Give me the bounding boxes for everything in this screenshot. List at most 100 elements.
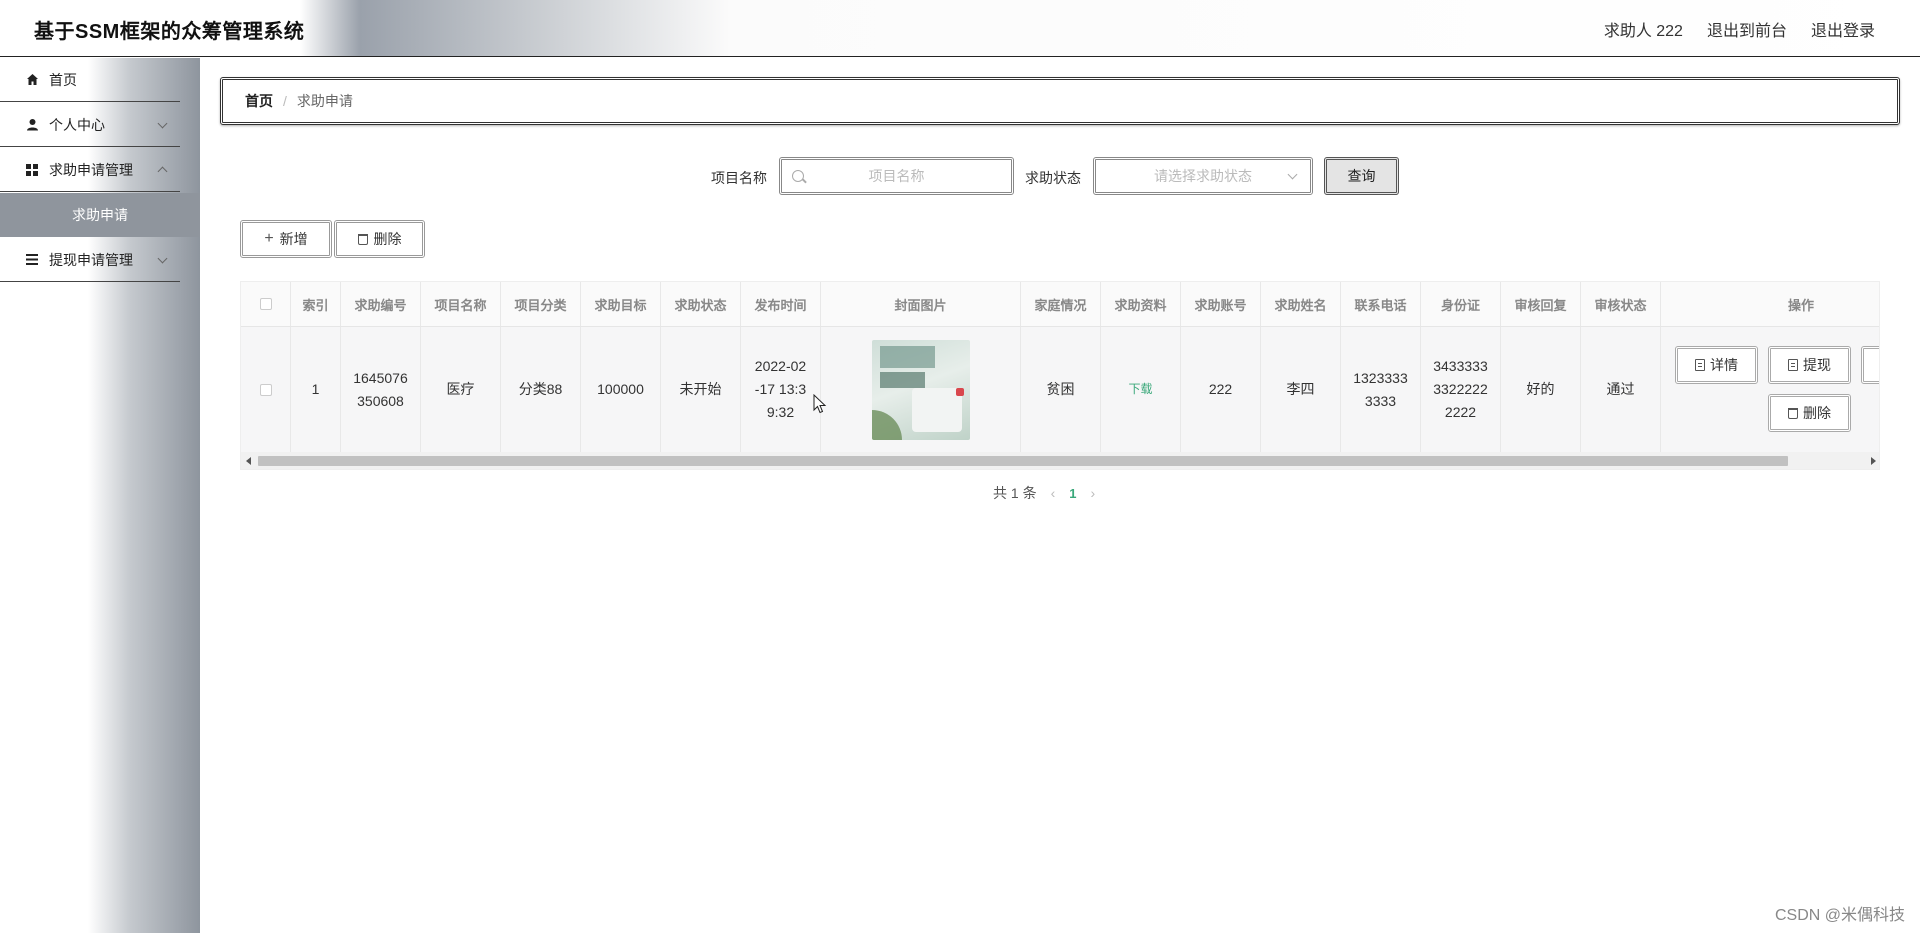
cell-id-card: 3433333 3322222 2222 bbox=[1421, 327, 1501, 452]
back-to-front-link[interactable]: 退出到前台 bbox=[1707, 17, 1787, 41]
row-delete-button[interactable]: 删除 bbox=[1768, 394, 1851, 432]
row-delete-button-label: 删除 bbox=[1803, 404, 1831, 421]
cell-name: 李四 bbox=[1261, 327, 1341, 452]
add-button-label: 新增 bbox=[279, 231, 308, 247]
help-status-placeholder: 请选择求助状态 bbox=[1154, 168, 1252, 184]
cover-image[interactable] bbox=[871, 339, 970, 440]
cell-help-status: 未开始 bbox=[661, 327, 741, 452]
sidebar-item-label: 个人中心 bbox=[49, 116, 105, 133]
page-number-current[interactable]: 1 bbox=[1069, 486, 1076, 501]
column-header: 项目名称 bbox=[421, 282, 501, 326]
top-header: 基于SSM框架的众筹管理系统 求助人 222 退出到前台 退出登录 bbox=[0, 0, 1920, 57]
prev-page-icon[interactable]: ‹ bbox=[1051, 485, 1056, 501]
cell-target: 100000 bbox=[581, 327, 661, 452]
document-icon bbox=[1788, 359, 1798, 371]
sidebar-item-withdraw-management[interactable]: 提现申请管理 bbox=[0, 238, 180, 282]
project-name-placeholder: 项目名称 bbox=[868, 168, 925, 184]
cell-help-number: 1645076 350608 bbox=[341, 327, 421, 452]
scroll-right-icon[interactable] bbox=[1871, 457, 1876, 465]
column-header: 审核回复 bbox=[1501, 282, 1581, 326]
checkbox[interactable] bbox=[259, 383, 272, 396]
delete-button-label: 删除 bbox=[373, 231, 402, 247]
scroll-left-icon[interactable] bbox=[246, 457, 251, 465]
sidebar-subitem-help-request[interactable]: 求助申请 bbox=[0, 193, 200, 237]
trash-icon bbox=[357, 233, 368, 245]
sidebar: 首页 个人中心 求助申请管理 求助申请 提现申请管理 bbox=[0, 58, 200, 933]
column-header: 发布时间 bbox=[741, 282, 821, 326]
cell-review-status: 通过 bbox=[1581, 327, 1661, 452]
batch-delete-button[interactable]: 删除 bbox=[334, 220, 425, 258]
trash-icon bbox=[1788, 407, 1798, 419]
column-header: 求助状态 bbox=[661, 282, 741, 326]
column-header: 家庭情况 bbox=[1021, 282, 1101, 326]
detail-button-label: 详情 bbox=[1710, 356, 1738, 373]
table-row: 1 1645076 350608 医疗 分类88 100000 未开始 2022… bbox=[241, 327, 1879, 452]
sidebar-item-label: 求助申请 bbox=[72, 207, 128, 223]
cell-material: 下载 bbox=[1101, 327, 1181, 452]
column-header: 求助目标 bbox=[581, 282, 661, 326]
column-header: 求助资料 bbox=[1101, 282, 1181, 326]
breadcrumb-separator: / bbox=[283, 93, 287, 109]
breadcrumb-home[interactable]: 首页 bbox=[245, 91, 273, 111]
header-select-all[interactable] bbox=[241, 282, 291, 326]
chevron-down-icon bbox=[1287, 169, 1298, 180]
sidebar-item-personal-center[interactable]: 个人中心 bbox=[0, 103, 180, 147]
watermark: CSDN @米偶科技 bbox=[1774, 907, 1905, 924]
cell-account: 222 bbox=[1181, 327, 1261, 452]
pagination: 共 1 条 ‹ 1 › bbox=[993, 483, 1095, 503]
plus-icon: + bbox=[264, 230, 274, 247]
column-header: 索引 bbox=[291, 282, 341, 326]
sidebar-item-label: 求助申请管理 bbox=[49, 161, 133, 178]
column-header: 项目分类 bbox=[501, 282, 581, 326]
help-status-select[interactable]: 请选择求助状态 bbox=[1093, 157, 1313, 195]
home-icon bbox=[25, 73, 39, 87]
scrollbar-thumb[interactable] bbox=[258, 456, 1788, 466]
current-user-label: 求助人 222 bbox=[1603, 23, 1683, 40]
column-header: 操作 bbox=[1787, 297, 1814, 313]
row-select-cell[interactable] bbox=[241, 327, 291, 452]
add-button[interactable]: + 新增 bbox=[240, 220, 332, 258]
total-count: 共 1 条 bbox=[993, 485, 1037, 501]
chevron-down-icon bbox=[157, 253, 168, 264]
cell-phone: 1323333 3333 bbox=[1341, 327, 1421, 452]
more-button[interactable] bbox=[1861, 346, 1879, 384]
detail-button[interactable]: 详情 bbox=[1675, 346, 1758, 384]
list-icon bbox=[25, 253, 39, 267]
download-link[interactable]: 下载 bbox=[1128, 378, 1152, 401]
column-header: 封面图片 bbox=[821, 282, 1021, 326]
checkbox[interactable] bbox=[259, 298, 272, 310]
header-actions: 求助人 222 退出到前台 退出登录 bbox=[1604, 17, 1875, 41]
cell-publish-time: 2022-02 -17 13:3 9:32 bbox=[741, 327, 821, 452]
data-table: 索引 求助编号 项目名称 项目分类 求助目标 求助状态 发布时间 封面图片 家庭… bbox=[240, 281, 1880, 470]
help-status-label: 求助状态 bbox=[1025, 170, 1081, 186]
app-title: 基于SSM框架的众筹管理系统 bbox=[34, 21, 305, 43]
column-header: 审核状态 bbox=[1581, 282, 1661, 326]
chevron-up-icon bbox=[157, 166, 168, 177]
query-button[interactable]: 查询 bbox=[1324, 157, 1399, 195]
withdraw-button-label: 提现 bbox=[1803, 356, 1831, 373]
chevron-down-icon bbox=[157, 118, 168, 129]
project-name-input[interactable]: 项目名称 bbox=[779, 157, 1014, 195]
column-header: 联系电话 bbox=[1341, 282, 1421, 326]
mouse-cursor-icon bbox=[813, 394, 827, 414]
cell-cover-image bbox=[821, 327, 1021, 452]
horizontal-scrollbar[interactable] bbox=[241, 452, 1879, 469]
cell-review-reply: 好的 bbox=[1501, 327, 1581, 452]
cell-index: 1 bbox=[291, 327, 341, 452]
sidebar-item-home[interactable]: 首页 bbox=[0, 58, 180, 102]
grid-icon bbox=[25, 163, 39, 177]
table-header: 索引 求助编号 项目名称 项目分类 求助目标 求助状态 发布时间 封面图片 家庭… bbox=[241, 282, 1879, 327]
logout-link[interactable]: 退出登录 bbox=[1811, 17, 1875, 41]
column-header: 身份证 bbox=[1421, 282, 1501, 326]
cell-operations: 详情 提现 删除 bbox=[1661, 327, 1879, 452]
search-icon bbox=[792, 170, 804, 182]
document-icon bbox=[1695, 359, 1705, 371]
sidebar-item-help-request-management[interactable]: 求助申请管理 bbox=[0, 148, 180, 192]
next-page-icon[interactable]: › bbox=[1090, 485, 1095, 501]
column-header: 求助账号 bbox=[1181, 282, 1261, 326]
breadcrumb: 首页 / 求助申请 bbox=[220, 77, 1900, 125]
sidebar-item-label: 首页 bbox=[49, 71, 77, 88]
column-header: 求助姓名 bbox=[1261, 282, 1341, 326]
column-header: 求助编号 bbox=[341, 282, 421, 326]
withdraw-button[interactable]: 提现 bbox=[1768, 346, 1851, 384]
